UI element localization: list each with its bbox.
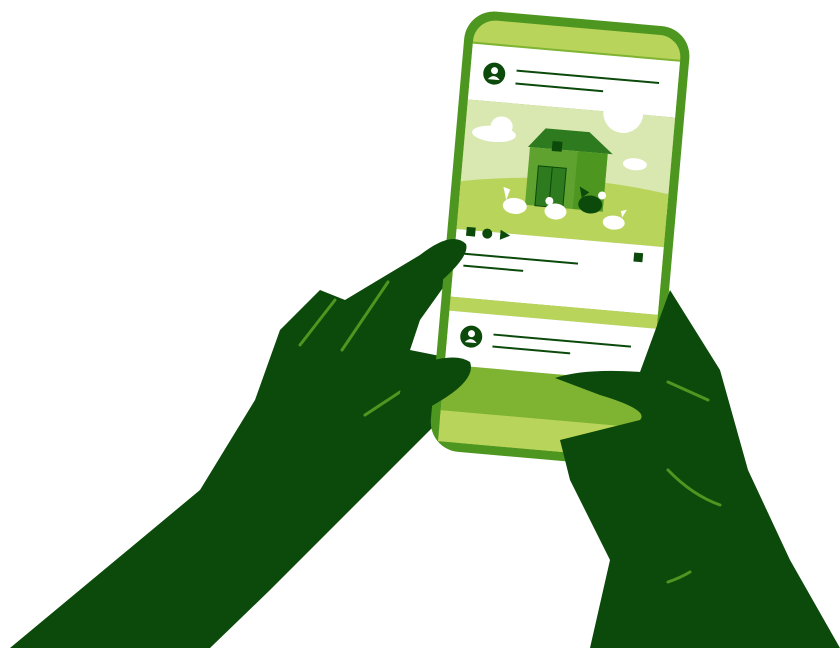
bookmark-icon[interactable]: [633, 252, 644, 263]
illustration-canvas: [10, 11, 840, 648]
barn-window: [551, 140, 563, 152]
like-icon[interactable]: [466, 226, 476, 237]
left-arm: [10, 235, 470, 648]
left-hand: [10, 235, 470, 648]
phone-in-hands-illustration: [0, 0, 840, 648]
